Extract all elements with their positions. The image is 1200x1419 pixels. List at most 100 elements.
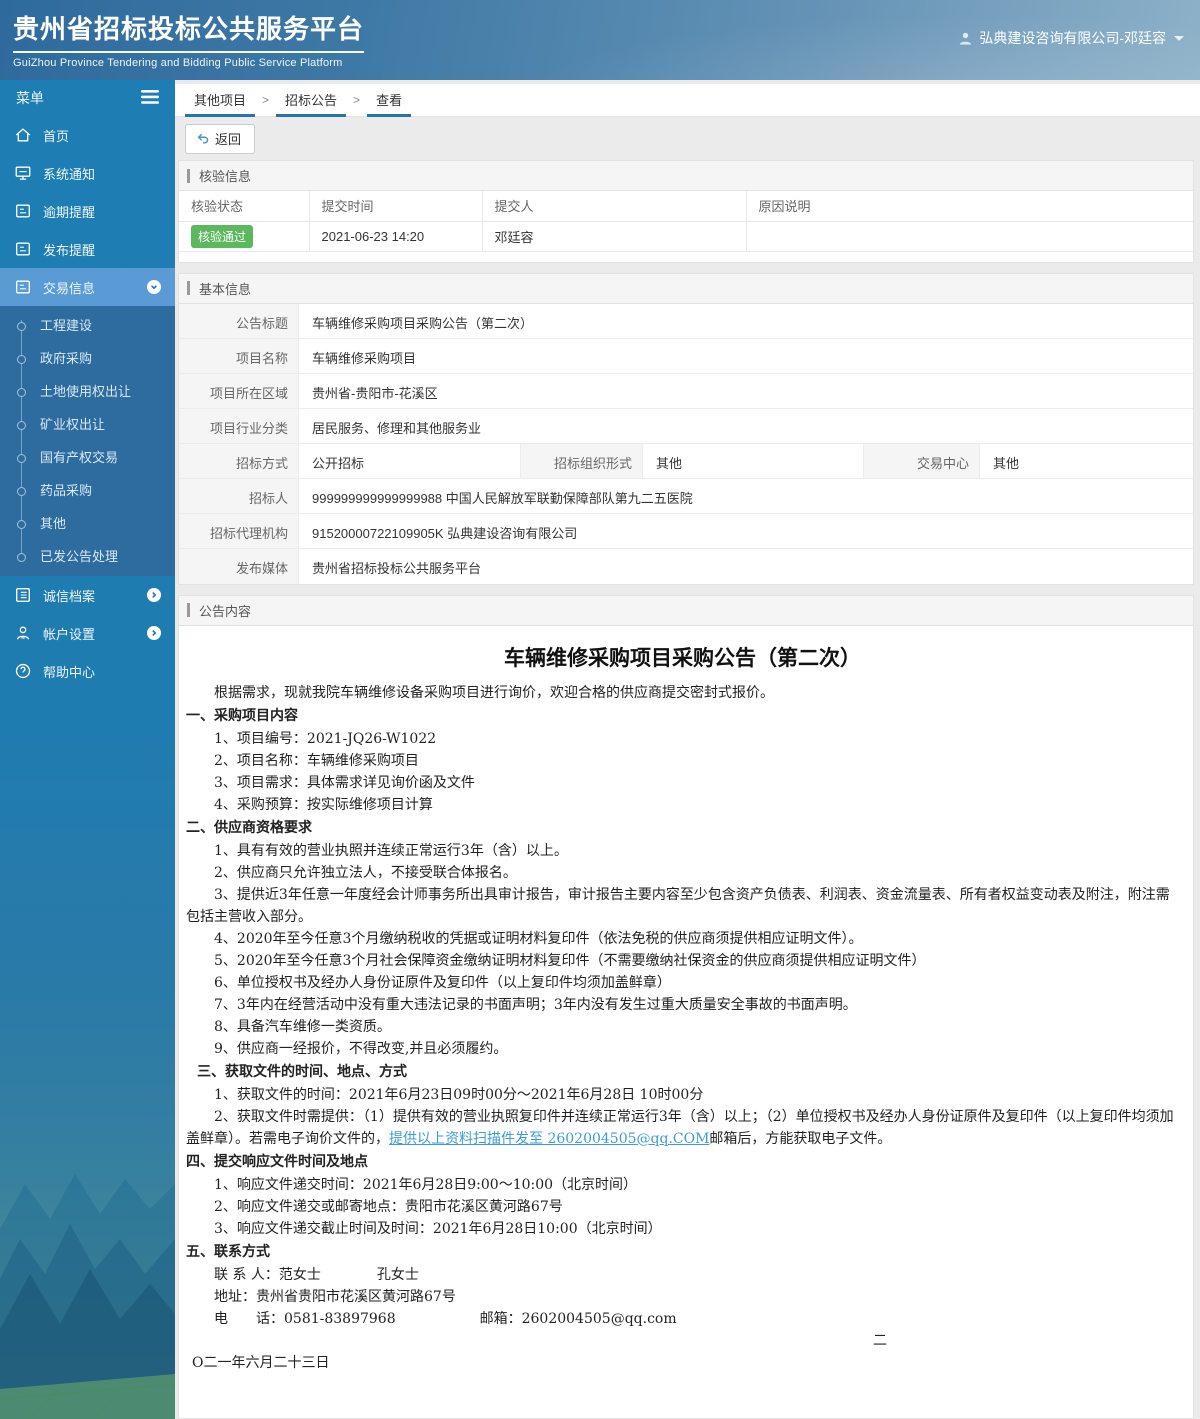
home-icon [14, 126, 32, 144]
basic-info-panel: 基本信息 公告标题 车辆维修采购项目采购公告（第二次） 项目名称 车辆维修采购项… [178, 272, 1194, 585]
list-icon [14, 586, 32, 604]
submenu-item-published-notices[interactable]: 已发公告处理 [0, 540, 175, 573]
sidebar-item-overdue-reminder[interactable]: 逾期提醒 [0, 192, 175, 230]
submenu-item-medicine[interactable]: 药品采购 [0, 474, 175, 507]
hamburger-icon[interactable] [141, 89, 159, 107]
caret-down-icon [1174, 35, 1184, 41]
section4-heading: 四、提交响应文件时间及地点 [186, 1153, 368, 1170]
back-button-label: 返回 [215, 132, 242, 147]
section4-item: 2、响应文件递交或邮寄地点：贵阳市花溪区黄河路67号 [214, 1198, 563, 1215]
section1-item: 4、采购预算：按实际维修项目计算 [214, 796, 433, 813]
field-value: 公开招标 [312, 455, 365, 471]
row-tender-method: 招标方式 公开招标 招标组织形式 其他 交易中心 其他 [179, 443, 1193, 479]
sidebar-item-home[interactable]: 首页 [0, 116, 175, 154]
row-project-name: 项目名称 车辆维修采购项目 [179, 338, 1193, 374]
tender-method-group: 招标方式 公开招标 [179, 443, 521, 478]
sidebar-item-label: 交易信息 [43, 280, 96, 296]
sidebar-menu-header: 菜单 [0, 80, 175, 116]
field-label: 招标方式 [179, 443, 299, 478]
row-tender-agency: 招标代理机构 91520000722109905K 弘典建设咨询有限公司 [179, 513, 1193, 549]
sidebar-item-label: 系统通知 [43, 166, 96, 182]
submenu-item-land-use[interactable]: 土地使用权出让 [0, 375, 175, 408]
row-tenderer: 招标人 999999999999999988 中国人民解放军联勤保障部队第九二五… [179, 478, 1193, 514]
notice-document: 车辆维修采购项目采购公告（第二次） 根据需求，现就我院车辆维修设备采购项目进行询… [179, 626, 1193, 1418]
chevron-right-circle-icon[interactable] [147, 626, 161, 640]
sidebar-landscape-image [0, 1174, 175, 1419]
doc-icon [14, 202, 32, 220]
back-button[interactable]: 返回 [185, 124, 256, 154]
section2-item: 9、供应商一经报价，不得改变,并且必须履约。 [214, 1040, 508, 1057]
document-title: 车辆维修采购项目采购公告（第二次） [504, 644, 861, 670]
section1-item: 2、项目名称：车辆维修采购项目 [214, 752, 419, 769]
col-submitter: 提交人 [481, 191, 747, 222]
section2-item: 3、提供近3年任意一年度经会计师事务所出具审计报告，审计报告主要内容至少包含资产… [186, 886, 1170, 925]
scan-email-link[interactable]: 提供以上资料扫描件发至 2602004505@qq.COM [389, 1131, 709, 1147]
contact-phone-line: 电 话：0581-83897968 邮箱：2602004505@qq.com [214, 1310, 677, 1327]
breadcrumb-tender-notice[interactable]: 招标公告 [276, 84, 347, 117]
table-row: 核验通过 2021-06-23 14:20 邓廷容 [179, 220, 1193, 252]
person-icon [958, 31, 973, 46]
field-label: 交易中心 [864, 443, 980, 478]
row-announcement-title: 公告标题 车辆维修采购项目采购公告（第二次） [179, 303, 1193, 339]
verify-status-cell: 核验通过 [179, 220, 310, 252]
submenu-item-gov-procurement[interactable]: 政府采购 [0, 342, 175, 375]
submenu-item-other[interactable]: 其他 [0, 507, 175, 540]
field-value: 贵州省-贵阳市-花溪区 [312, 385, 438, 401]
sidebar-item-system-notice[interactable]: 系统通知 [0, 154, 175, 192]
field-label: 项目行业分类 [179, 408, 299, 443]
field-label: 项目名称 [179, 338, 299, 373]
user-menu[interactable]: 弘典建设咨询有限公司-邓廷容 [958, 28, 1184, 48]
section2-item: 2、供应商只允许独立法人，不接受联合体报名。 [214, 864, 517, 881]
field-value: 贵州省招标投标公共服务平台 [312, 560, 482, 576]
sidebar-item-account-settings[interactable]: 帐户设置 [0, 614, 175, 652]
field-value: 91520000722109905K 弘典建设咨询有限公司 [312, 525, 578, 541]
verify-table: 核验状态 提交时间 提交人 原因说明 核验通过 2021-06-23 14:20… [179, 191, 1193, 252]
row-project-region: 项目所在区域 贵州省-贵阳市-花溪区 [179, 373, 1193, 409]
submit-time-cell: 2021-06-23 14:20 [308, 220, 483, 252]
doc-icon [14, 240, 32, 258]
tender-org-form-group: 招标组织形式 其他 [521, 443, 864, 478]
submenu-item-engineering[interactable]: 工程建设 [0, 309, 175, 342]
breadcrumb-other-projects[interactable]: 其他项目 [185, 84, 256, 117]
col-reason: 原因说明 [745, 191, 1193, 222]
sidebar: 菜单 首页 系统通知 逾期提醒 发布提醒 交易信息 工程建设 政府采购 土地使用… [0, 80, 175, 1419]
sidebar-item-credit-archive[interactable]: 诚信档案 [0, 576, 175, 614]
section2-item: 4、2020年至今任意3个月缴纳税收的凭据或证明材料复印件（依法免税的供应商须提… [214, 930, 863, 947]
field-value: 车辆维修采购项目采购公告（第二次） [312, 315, 534, 331]
toolbar: 返回 [175, 117, 1200, 160]
sidebar-item-label: 首页 [43, 128, 70, 144]
sidebar-item-label: 帐户设置 [43, 626, 96, 642]
contact-address-line: 地址：贵州省贵阳市花溪区黄河路67号 [214, 1288, 456, 1305]
menu-label: 菜单 [16, 90, 44, 106]
chevron-right-circle-icon[interactable] [147, 588, 161, 602]
section2-heading: 二、供应商资格要求 [186, 819, 312, 836]
field-value: 其他 [656, 455, 683, 471]
row-publish-media: 发布媒体 贵州省招标投标公共服务平台 [179, 548, 1193, 584]
sidebar-item-publish-reminder[interactable]: 发布提醒 [0, 230, 175, 268]
breadcrumb-view[interactable]: 查看 [367, 84, 412, 117]
field-label: 项目所在区域 [179, 373, 299, 408]
main-content: 其他项目 > 招标公告 > 查看 返回 核验信息 核验状态 提交时间 提交人 原… [175, 80, 1200, 1419]
field-value: 999999999999999988 中国人民解放军联勤保障部队第九二五医院 [312, 490, 693, 506]
notice-panel-title: 公告内容 [179, 595, 1193, 626]
verify-table-header-row: 核验状态 提交时间 提交人 原因说明 [179, 191, 1193, 222]
submenu-item-mining-rights[interactable]: 矿业权出让 [0, 408, 175, 441]
trade-info-submenu: 工程建设 政府采购 土地使用权出让 矿业权出让 国有产权交易 药品采购 其他 已… [0, 306, 175, 576]
sidebar-item-help-center[interactable]: 帮助中心 [0, 652, 175, 690]
col-verify-status: 核验状态 [179, 191, 310, 222]
basic-info-panel-title: 基本信息 [179, 273, 1193, 304]
field-label: 招标代理机构 [179, 513, 299, 548]
brand: 贵州省招标投标公共服务平台 GuiZhou Province Tendering… [13, 9, 365, 69]
verify-panel-title: 核验信息 [179, 161, 1193, 191]
user-icon [14, 624, 32, 642]
signature-date-part1: 二 [873, 1332, 887, 1349]
section4-item: 1、响应文件递交时间：2021年6月28日9:00～10:00（北京时间） [214, 1176, 638, 1193]
app-title: 贵州省招标投标公共服务平台 [13, 9, 365, 53]
question-icon [14, 662, 32, 680]
chevron-down-circle-icon[interactable] [147, 280, 161, 294]
submenu-item-state-property[interactable]: 国有产权交易 [0, 441, 175, 474]
field-label: 发布媒体 [179, 548, 299, 584]
sidebar-item-trade-info[interactable]: 交易信息 [0, 268, 175, 306]
section2-item: 5、2020年至今任意3个月社会保障资金缴纳证明材料复印件（不需要缴纳社保资金的… [214, 952, 926, 969]
section5-heading: 五、联系方式 [186, 1243, 270, 1260]
